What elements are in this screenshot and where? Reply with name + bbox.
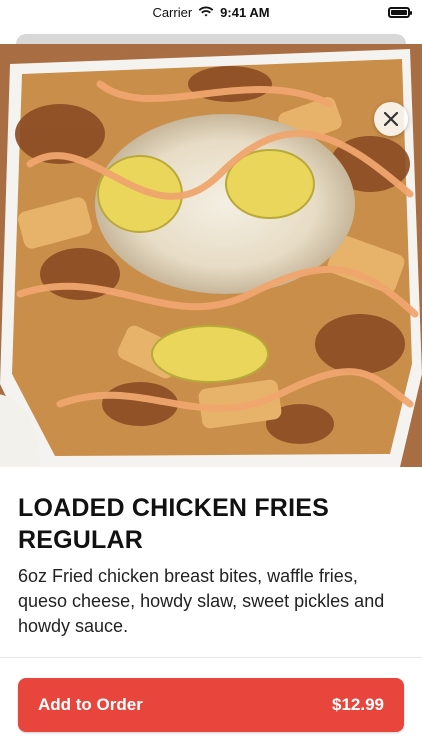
carrier-label: Carrier [152, 4, 193, 20]
status-time: 9:41 AM [220, 4, 270, 20]
status-center: Carrier 9:41 AM [152, 5, 269, 20]
food-photo-illustration [0, 44, 422, 467]
battery-icon [387, 6, 412, 18]
price-label: $12.99 [332, 695, 384, 714]
close-icon [384, 112, 398, 126]
item-details: LOADED CHICKEN FRIES REGULAR 6oz Fried c… [18, 492, 404, 639]
add-to-order-label: Add to Order [38, 695, 143, 714]
status-bar: Carrier 9:41 AM [0, 0, 422, 24]
food-image [0, 44, 422, 467]
add-to-order-button[interactable]: Add to Order $12.99 [18, 678, 404, 732]
divider [0, 657, 422, 658]
item-description: 6oz Fried chicken breast bites, waffle f… [18, 566, 385, 636]
wifi-icon [198, 6, 214, 17]
close-button[interactable] [374, 102, 408, 136]
item-title: LOADED CHICKEN FRIES REGULAR [18, 494, 329, 554]
